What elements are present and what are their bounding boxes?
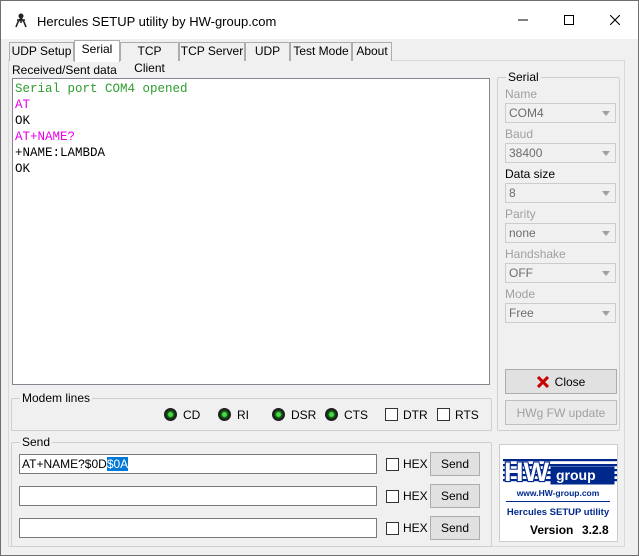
terminal-line: AT+NAME? xyxy=(15,130,76,144)
logo-version-number: 3.2.8 xyxy=(582,523,609,537)
minimize-button[interactable] xyxy=(500,1,546,39)
tab-udp-setup[interactable]: UDP Setup xyxy=(9,42,74,61)
send-input-1-text: AT+NAME?$0D xyxy=(22,457,107,471)
chevron-down-icon xyxy=(598,225,614,241)
hex-checkbox-1[interactable] xyxy=(386,458,399,471)
cts-led-icon xyxy=(325,408,338,421)
maximize-icon xyxy=(564,15,574,25)
hwg-fw-update-button[interactable]: HWg FW update xyxy=(505,400,617,425)
baud-select[interactable]: 38400 xyxy=(505,143,616,163)
hw-group-logo[interactable]: HW group www.HW-group.com Hercules SETUP… xyxy=(499,444,618,542)
mode-value: Free xyxy=(509,306,534,320)
title-bar[interactable]: Hercules SETUP utility by HW-group.com xyxy=(1,1,638,39)
hercules-app-icon xyxy=(13,12,29,28)
tab-tcp-server[interactable]: TCP Server xyxy=(179,42,245,61)
baud-label: Baud xyxy=(505,127,534,141)
cd-led-icon xyxy=(164,408,177,421)
close-window-button[interactable] xyxy=(592,1,638,39)
dsr-label: DSR xyxy=(291,408,317,422)
tab-tcp-client[interactable]: TCP Client xyxy=(120,42,179,75)
cts-label: CTS xyxy=(344,408,368,422)
tab-test-mode[interactable]: Test Mode xyxy=(290,42,352,61)
maximize-button[interactable] xyxy=(546,1,592,39)
parity-select[interactable]: none xyxy=(505,223,616,243)
send-button-3[interactable]: Send xyxy=(430,516,480,540)
parity-value: none xyxy=(509,226,536,240)
hex-checkbox-3[interactable] xyxy=(386,522,399,535)
chevron-down-icon xyxy=(598,305,614,321)
hex-label-2: HEX xyxy=(403,489,428,503)
port-name-select[interactable]: COM4 xyxy=(505,103,616,123)
send-input-1-selection: $0A xyxy=(106,457,129,471)
terminal-line: OK xyxy=(15,162,31,176)
data-size-value: 8 xyxy=(509,186,516,200)
hwg-fw-update-label: HWg FW update xyxy=(516,405,606,420)
handshake-value: OFF xyxy=(509,266,533,280)
tab-serial[interactable]: Serial xyxy=(74,40,120,62)
received-sent-label: Received/Sent data xyxy=(12,63,117,77)
ri-label: RI xyxy=(237,408,249,422)
logo-version-label: Version xyxy=(530,523,573,537)
rts-checkbox[interactable] xyxy=(437,408,450,421)
close-icon xyxy=(610,15,620,25)
hex-label-3: HEX xyxy=(403,521,428,535)
app-window: Hercules SETUP utility by HW-group.com U… xyxy=(0,0,639,556)
send-button-2[interactable]: Send xyxy=(430,484,480,508)
hex-label-1: HEX xyxy=(403,457,428,471)
send-group-title: Send xyxy=(20,435,53,449)
dtr-checkbox[interactable] xyxy=(385,408,398,421)
terminal-line: OK xyxy=(15,114,31,128)
received-data-terminal[interactable]: Serial port COM4 opened AT OK AT+NAME? +… xyxy=(12,78,490,385)
chevron-down-icon xyxy=(598,145,614,161)
close-port-button[interactable]: Close xyxy=(505,369,617,394)
terminal-line: +NAME:LAMBDA xyxy=(15,146,106,160)
data-size-select[interactable]: 8 xyxy=(505,183,616,203)
send-input-1[interactable]: AT+NAME?$0D$0A xyxy=(19,454,377,474)
chevron-down-icon xyxy=(598,105,614,121)
mode-label: Mode xyxy=(505,287,536,301)
handshake-label: Handshake xyxy=(505,247,566,261)
baud-value: 38400 xyxy=(509,146,543,160)
chevron-down-icon xyxy=(598,185,614,201)
tab-about[interactable]: About xyxy=(352,42,392,61)
logo-hw-text: HW xyxy=(504,457,549,487)
data-size-label: Data size xyxy=(505,167,556,181)
mode-select[interactable]: Free xyxy=(505,303,616,323)
send-input-3[interactable] xyxy=(19,518,377,538)
send-button-1-label: Send xyxy=(440,457,470,471)
logo-group-text: group xyxy=(556,467,596,483)
logo-product-text: Hercules SETUP utility xyxy=(507,507,610,518)
hw-group-logo-graphic: HW group www.HW-group.com Hercules SETUP… xyxy=(503,456,617,537)
send-button-2-label: Send xyxy=(440,489,470,503)
send-input-2[interactable] xyxy=(19,486,377,506)
window-title: Hercules SETUP utility by HW-group.com xyxy=(37,14,277,29)
close-x-icon xyxy=(536,375,549,388)
chevron-down-icon xyxy=(598,265,614,281)
dtr-label: DTR xyxy=(403,408,428,422)
send-button-3-label: Send xyxy=(440,521,470,535)
name-label: Name xyxy=(505,87,538,101)
terminal-line: AT xyxy=(15,98,31,112)
hex-checkbox-2[interactable] xyxy=(386,490,399,503)
parity-label: Parity xyxy=(505,207,536,221)
ri-led-icon xyxy=(218,408,231,421)
logo-url-text: www.HW-group.com xyxy=(516,488,600,498)
modem-lines-title: Modem lines xyxy=(20,391,93,405)
dsr-led-icon xyxy=(272,408,285,421)
handshake-select[interactable]: OFF xyxy=(505,263,616,283)
close-port-label: Close xyxy=(554,374,586,389)
cd-label: CD xyxy=(183,408,201,422)
minimize-icon xyxy=(518,19,528,21)
serial-group-title: Serial xyxy=(506,70,541,84)
port-name-value: COM4 xyxy=(509,106,544,120)
terminal-line: Serial port COM4 opened xyxy=(15,82,188,96)
tab-udp[interactable]: UDP xyxy=(245,42,290,61)
send-button-1[interactable]: Send xyxy=(430,452,480,476)
rts-label: RTS xyxy=(455,408,479,422)
